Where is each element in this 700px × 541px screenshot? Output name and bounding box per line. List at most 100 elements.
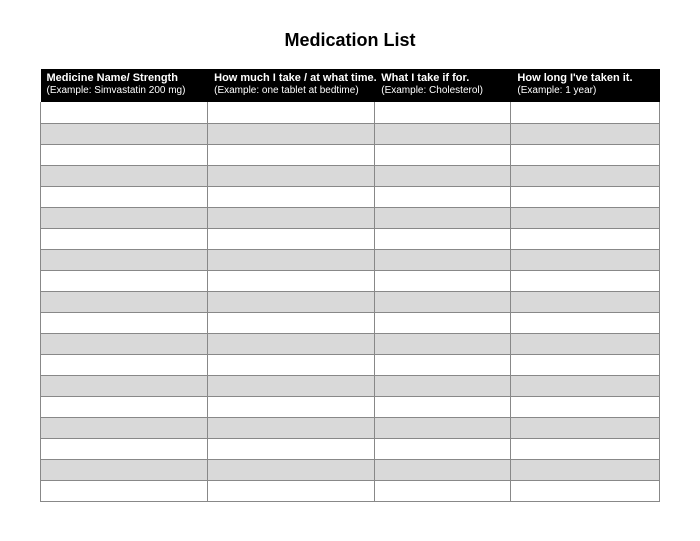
table-cell[interactable]	[41, 165, 208, 186]
table-cell[interactable]	[41, 438, 208, 459]
table-cell[interactable]	[375, 438, 511, 459]
table-cell[interactable]	[208, 291, 375, 312]
table-cell[interactable]	[41, 312, 208, 333]
table-cell[interactable]	[375, 144, 511, 165]
col-header-label: Medicine Name/ Strength	[47, 72, 202, 85]
table-row	[41, 396, 660, 417]
table-cell[interactable]	[511, 396, 660, 417]
table-cell[interactable]	[511, 291, 660, 312]
table-cell[interactable]	[511, 228, 660, 249]
table-cell[interactable]	[375, 123, 511, 144]
table-cell[interactable]	[208, 123, 375, 144]
table-cell[interactable]	[208, 270, 375, 291]
table-cell[interactable]	[375, 480, 511, 501]
table-cell[interactable]	[208, 207, 375, 228]
table-cell[interactable]	[41, 396, 208, 417]
table-cell[interactable]	[208, 354, 375, 375]
table-cell[interactable]	[208, 249, 375, 270]
table-cell[interactable]	[41, 207, 208, 228]
col-header-example: (Example: one tablet at bedtime)	[214, 85, 368, 97]
table-cell[interactable]	[208, 480, 375, 501]
col-header-purpose: What I take if for. (Example: Cholestero…	[375, 69, 511, 102]
table-cell[interactable]	[511, 249, 660, 270]
table-row	[41, 291, 660, 312]
table-cell[interactable]	[208, 333, 375, 354]
table-cell[interactable]	[375, 102, 511, 123]
table-row	[41, 375, 660, 396]
table-cell[interactable]	[511, 417, 660, 438]
table-cell[interactable]	[511, 270, 660, 291]
table-cell[interactable]	[511, 207, 660, 228]
col-header-example: (Example: Cholesterol)	[381, 85, 504, 97]
table-cell[interactable]	[208, 375, 375, 396]
table-row	[41, 207, 660, 228]
table-cell[interactable]	[41, 375, 208, 396]
table-cell[interactable]	[511, 102, 660, 123]
table-row	[41, 165, 660, 186]
table-cell[interactable]	[375, 249, 511, 270]
table-cell[interactable]	[511, 186, 660, 207]
table-cell[interactable]	[208, 165, 375, 186]
table-cell[interactable]	[511, 480, 660, 501]
table-row	[41, 249, 660, 270]
table-cell[interactable]	[41, 291, 208, 312]
table-cell[interactable]	[375, 270, 511, 291]
table-cell[interactable]	[375, 186, 511, 207]
col-header-duration: How long I've taken it. (Example: 1 year…	[511, 69, 660, 102]
table-cell[interactable]	[375, 354, 511, 375]
table-cell[interactable]	[375, 207, 511, 228]
table-cell[interactable]	[375, 165, 511, 186]
table-cell[interactable]	[511, 333, 660, 354]
table-cell[interactable]	[208, 396, 375, 417]
table-cell[interactable]	[375, 228, 511, 249]
table-cell[interactable]	[41, 270, 208, 291]
table-cell[interactable]	[41, 249, 208, 270]
table-row	[41, 123, 660, 144]
table-cell[interactable]	[41, 144, 208, 165]
table-cell[interactable]	[41, 333, 208, 354]
table-cell[interactable]	[375, 396, 511, 417]
table-cell[interactable]	[208, 228, 375, 249]
table-cell[interactable]	[41, 123, 208, 144]
table-cell[interactable]	[375, 375, 511, 396]
table-cell[interactable]	[41, 480, 208, 501]
table-cell[interactable]	[375, 459, 511, 480]
table-cell[interactable]	[208, 312, 375, 333]
table-cell[interactable]	[511, 312, 660, 333]
table-cell[interactable]	[208, 459, 375, 480]
table-cell[interactable]	[375, 333, 511, 354]
table-cell[interactable]	[511, 165, 660, 186]
col-header-label: What I take if for.	[381, 72, 504, 85]
medication-table: Medicine Name/ Strength (Example: Simvas…	[40, 69, 660, 502]
col-header-dosage: How much I take / at what time. (Example…	[208, 69, 375, 102]
table-row	[41, 480, 660, 501]
table-cell[interactable]	[41, 354, 208, 375]
table-cell[interactable]	[41, 459, 208, 480]
table-cell[interactable]	[375, 312, 511, 333]
table-cell[interactable]	[41, 102, 208, 123]
table-row	[41, 144, 660, 165]
table-cell[interactable]	[511, 375, 660, 396]
table-cell[interactable]	[208, 438, 375, 459]
table-cell[interactable]	[41, 417, 208, 438]
table-cell[interactable]	[375, 417, 511, 438]
table-body	[41, 102, 660, 501]
table-cell[interactable]	[208, 417, 375, 438]
table-header-row: Medicine Name/ Strength (Example: Simvas…	[41, 69, 660, 102]
table-cell[interactable]	[41, 228, 208, 249]
table-row	[41, 354, 660, 375]
table-cell[interactable]	[208, 102, 375, 123]
table-cell[interactable]	[208, 144, 375, 165]
table-row	[41, 270, 660, 291]
table-cell[interactable]	[511, 354, 660, 375]
table-cell[interactable]	[511, 438, 660, 459]
table-row	[41, 438, 660, 459]
col-header-label: How much I take / at what time.	[214, 72, 368, 85]
table-cell[interactable]	[208, 186, 375, 207]
table-cell[interactable]	[41, 186, 208, 207]
table-cell[interactable]	[511, 123, 660, 144]
table-cell[interactable]	[375, 291, 511, 312]
table-cell[interactable]	[511, 144, 660, 165]
table-cell[interactable]	[511, 459, 660, 480]
table-row	[41, 312, 660, 333]
